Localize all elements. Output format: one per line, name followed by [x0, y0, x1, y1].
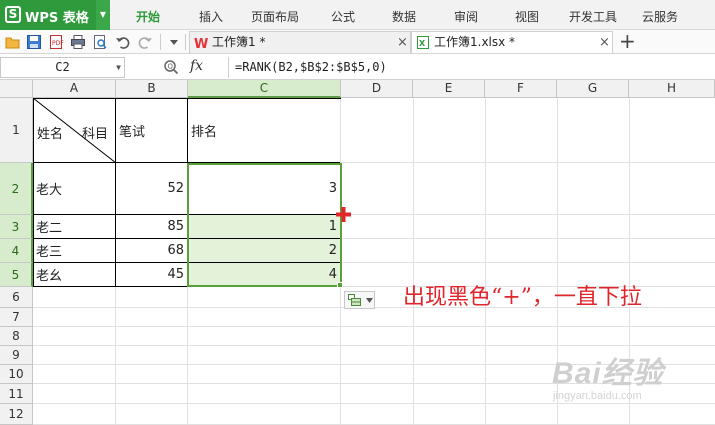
toolbar-separator — [185, 34, 186, 50]
menu-item-formulas[interactable]: 公式 — [331, 8, 355, 25]
chevron-down-icon — [366, 298, 373, 303]
print-preview-icon[interactable] — [92, 34, 108, 50]
new-tab-icon[interactable]: + — [619, 30, 636, 52]
menu-item-developer[interactable]: 开发工具 — [569, 8, 617, 25]
svg-text:PDF: PDF — [52, 40, 64, 47]
autofill-options-button[interactable] — [344, 291, 375, 309]
column-header-h[interactable]: H — [629, 80, 715, 98]
menu-item-review[interactable]: 审阅 — [454, 8, 478, 25]
row-header-9[interactable]: 9 — [0, 346, 33, 365]
svg-text:Q: Q — [168, 63, 174, 71]
redo-icon[interactable] — [137, 34, 153, 50]
tab-label: 工作簿1 * — [212, 35, 266, 49]
autofill-icon — [348, 294, 361, 306]
close-icon[interactable]: × — [599, 32, 610, 53]
row-header-4[interactable]: 4 — [0, 239, 33, 263]
menu-item-cloud[interactable]: 云服务 — [642, 8, 678, 25]
column-header-d[interactable]: D — [341, 80, 413, 98]
watermark-logo: Bai经验 — [552, 357, 664, 390]
close-icon[interactable]: × — [397, 32, 408, 53]
open-folder-icon[interactable] — [5, 34, 21, 50]
row-header-6[interactable]: 6 — [0, 287, 33, 308]
zoom-icon[interactable]: Q — [163, 59, 179, 75]
instruction-annotation: 出现黑色“+”，一直下拉 — [403, 285, 642, 310]
print-icon[interactable] — [70, 34, 86, 50]
column-header-e[interactable]: E — [413, 80, 485, 98]
row-header-11[interactable]: 11 — [0, 384, 33, 404]
tab-label: 工作簿1.xlsx * — [434, 35, 516, 49]
menu-item-data[interactable]: 数据 — [392, 8, 416, 25]
row-header-12[interactable]: 12 — [0, 404, 33, 425]
svg-text:W: W — [194, 37, 208, 50]
row-header-1[interactable]: 1 — [0, 98, 33, 163]
formula-bar: C2 ▼ Q fx =RANK(B2,$B$2:$B$5,0) — [0, 55, 715, 80]
row-header-2[interactable]: 2 — [0, 163, 33, 215]
excel-doc-icon: X — [417, 36, 429, 49]
quick-access-toolbar: PDF W 工作簿1 * × X 工作簿1.xlsx * × + — [0, 30, 715, 54]
column-header-f[interactable]: F — [485, 80, 557, 98]
row-header-10[interactable]: 10 — [0, 365, 33, 384]
app-menu-button[interactable]: S WPS 表格 ▼ — [0, 0, 110, 30]
column-header-a[interactable]: A — [33, 80, 116, 98]
undo-icon[interactable] — [115, 34, 131, 50]
formula-input[interactable]: =RANK(B2,$B$2:$B$5,0) — [228, 57, 715, 78]
fill-cursor-cross-icon — [336, 207, 351, 222]
wps-doc-icon: W — [194, 37, 208, 50]
row-header-3[interactable]: 3 — [0, 215, 33, 239]
menu-bar: S WPS 表格 ▼ 开始 插入 页面布局 公式 数据 审阅 视图 开发工具 云… — [0, 0, 715, 30]
wps-logo-icon: S — [5, 6, 21, 23]
row-header-7[interactable]: 7 — [0, 308, 33, 327]
menu-item-view[interactable]: 视图 — [515, 8, 539, 25]
row-header-5[interactable]: 5 — [0, 263, 33, 287]
fill-handle[interactable] — [337, 282, 343, 288]
menu-item-insert[interactable]: 插入 — [199, 8, 223, 25]
tab-workbook1[interactable]: W 工作簿1 * × — [189, 31, 411, 53]
cell-reference: C2 — [55, 60, 70, 74]
select-all-corner[interactable] — [0, 80, 33, 98]
insert-function-button[interactable]: fx — [190, 58, 203, 74]
customize-dropdown-icon[interactable] — [166, 34, 182, 50]
menu-item-home[interactable]: 开始 — [136, 8, 160, 25]
name-box[interactable]: C2 ▼ — [0, 57, 125, 78]
svg-text:X: X — [419, 39, 426, 48]
watermark-url: jingyan.baidu.com — [553, 390, 642, 402]
save-icon[interactable] — [26, 34, 42, 50]
chevron-down-icon[interactable]: ▼ — [116, 58, 121, 77]
column-header-g[interactable]: G — [557, 80, 629, 98]
menu-item-page-layout[interactable]: 页面布局 — [251, 8, 299, 25]
row-header-8[interactable]: 8 — [0, 327, 33, 346]
caret-down-icon[interactable]: ▼ — [96, 0, 110, 30]
column-header-c[interactable]: C — [188, 80, 341, 98]
tab-workbook1-xlsx[interactable]: X 工作簿1.xlsx * × — [411, 31, 613, 53]
column-header-b[interactable]: B — [116, 80, 188, 98]
spreadsheet-grid: A B C D E F G H 1 2 3 4 5 6 7 8 9 10 11 … — [0, 80, 715, 425]
toolbar-separator — [160, 34, 161, 50]
app-title: WPS 表格 — [25, 11, 89, 26]
export-pdf-icon[interactable]: PDF — [48, 34, 64, 50]
